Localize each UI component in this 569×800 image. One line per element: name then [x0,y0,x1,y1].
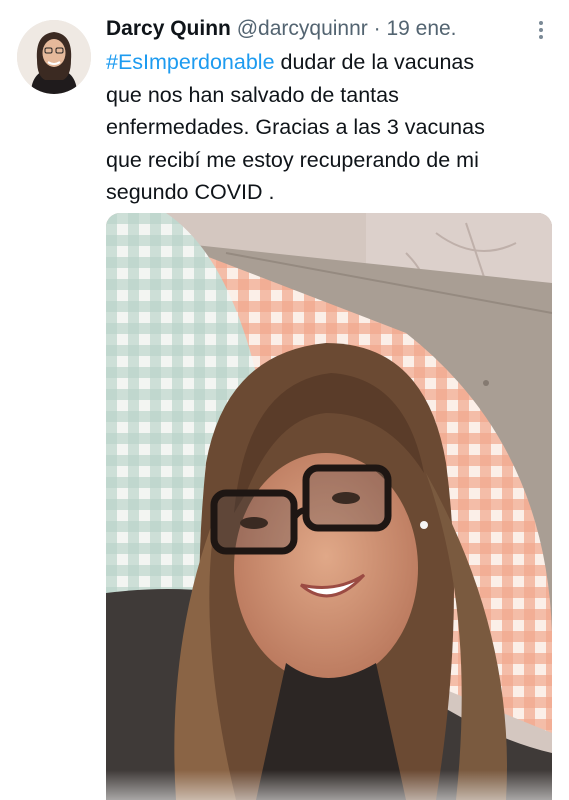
avatar[interactable] [17,20,91,94]
more-dots-vertical-icon[interactable] [530,18,552,42]
author-handle[interactable]: @darcyquinnr [237,17,368,40]
author-name[interactable]: Darcy Quinn [106,17,231,40]
tweet-text-line-3: enfermedades. Gracias a las 3 vacunas [106,115,485,139]
bottom-fade [0,770,569,800]
tweet-text-line-1: dudar de la vacunas [274,50,475,74]
tweet-text-line-5: segundo COVID . [106,180,275,204]
tweet-photo[interactable] [106,213,552,800]
tweet-header: Darcy Quinn @darcyquinnr · 19 ene. [106,14,526,44]
tweet-text: #EsImperdonable dudar de la vacunas que … [106,46,551,209]
tweet-text-line-2: que nos han salvado de tantas [106,82,399,107]
tweet-text-line-4: que recibí me estoy recuperando de mi [106,147,479,172]
separator-dot: · [373,17,381,40]
tweet-date[interactable]: 19 ene. [386,17,456,40]
tweet[interactable]: Darcy Quinn @darcyquinnr · 19 ene. #EsIm… [0,0,569,800]
hashtag-link[interactable]: #EsImperdonable [106,50,275,74]
